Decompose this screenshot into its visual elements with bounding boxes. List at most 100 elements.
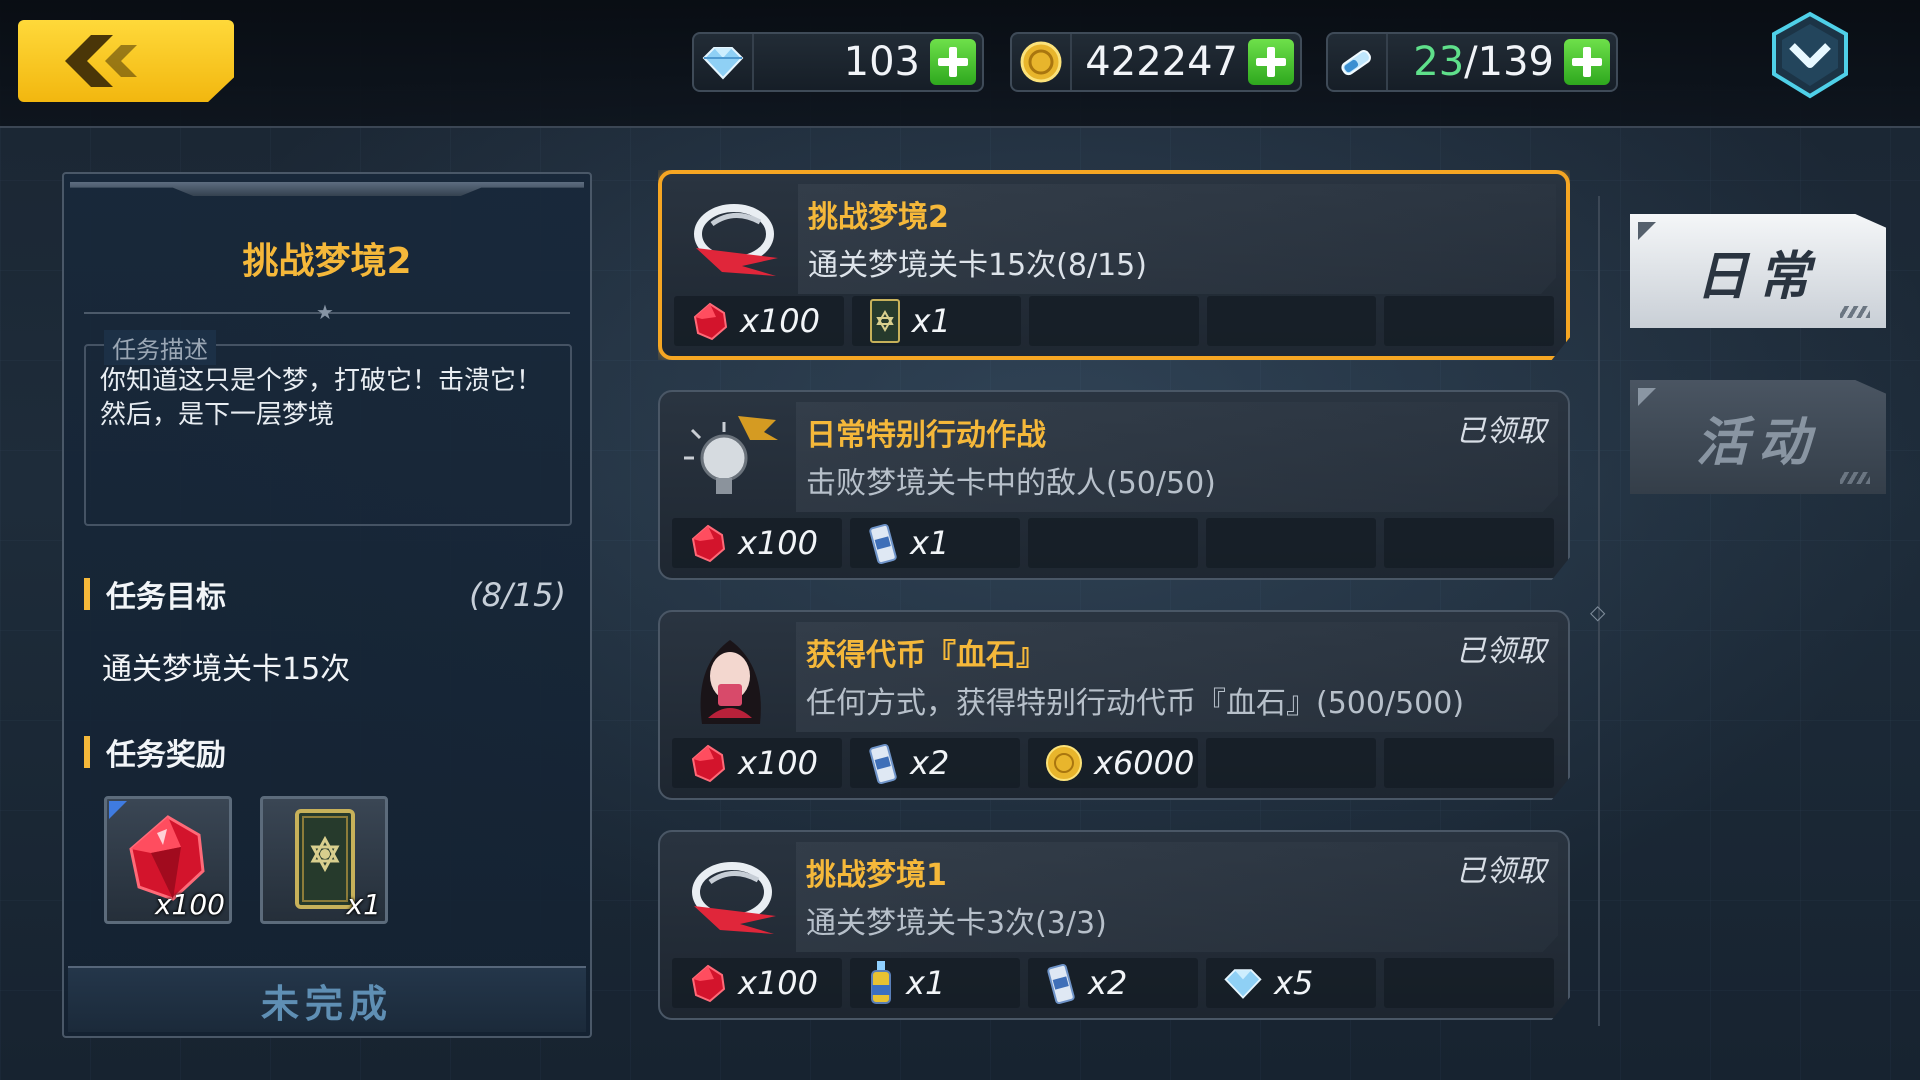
add-gold-button[interactable] — [1248, 39, 1294, 85]
goal-heading: 任务目标 — [84, 574, 226, 615]
back-arrow-icon — [65, 35, 137, 87]
reward-qty: x1 — [911, 302, 951, 340]
add-crystal-button[interactable] — [930, 39, 976, 85]
reward-item: x2 — [850, 738, 1020, 788]
reward-heading-label: 任务奖励 — [106, 738, 226, 773]
detail-title: 挑战梦境2 — [242, 241, 412, 282]
dream-challenge-icon — [692, 862, 776, 934]
back-button[interactable] — [18, 20, 234, 102]
crystal-value: 103 — [843, 39, 920, 85]
mission-card[interactable]: 挑战梦境2 通关梦境关卡15次(8/15) x100 x1 — [658, 170, 1570, 360]
goal-progress: (8/15) — [469, 576, 566, 614]
empty-reward-slot — [1206, 738, 1376, 788]
red-gem-icon — [691, 964, 726, 1003]
red-gem-icon — [691, 524, 726, 563]
reward-item: x1 — [850, 958, 1020, 1008]
scroll-handle-icon[interactable]: ◇ — [1590, 600, 1605, 624]
reward-qty: x100 — [154, 888, 225, 921]
crystal-icon — [694, 34, 754, 90]
empty-reward-slot — [1384, 518, 1554, 568]
stamina-value: 23/139 — [1388, 39, 1564, 85]
mission-rewards: x100 x1 — [672, 518, 1556, 570]
reward-item: x1 — [850, 518, 1020, 568]
empty-reward-slot — [1206, 296, 1377, 346]
ap-drink-icon — [1047, 963, 1075, 1005]
gold-value: 422247 — [1085, 39, 1238, 85]
crystal-counter: 103 — [692, 32, 984, 92]
reward-slot-card[interactable]: x1 — [260, 796, 388, 924]
panel-top-decoration — [70, 182, 584, 196]
red-gem-icon — [691, 744, 726, 783]
mission-desc: 击败梦境关卡中的敌人(50/50) — [806, 466, 1216, 501]
ap-drink-icon — [869, 743, 897, 785]
reward-item: x100 — [672, 738, 842, 788]
dream-challenge-icon — [694, 204, 778, 276]
claimed-label: 已领取 — [1456, 634, 1546, 669]
gold-coin-icon — [1046, 745, 1082, 781]
reward-item: x6000 — [1028, 738, 1198, 788]
mission-rewards: x100 x1 x2 x5 — [672, 958, 1556, 1010]
empty-reward-slot — [1206, 518, 1376, 568]
mission-desc: 通关梦境关卡15次(8/15) — [808, 248, 1147, 283]
top-bar: 103 422247 23/139 — [0, 0, 1920, 128]
empty-reward-slot — [1384, 958, 1554, 1008]
empty-reward-slot — [1029, 296, 1199, 346]
mission-detail-panel: 挑战梦境2 ★ 任务描述 你知道这只是个梦，打破它！击溃它！然后，是下一层梦境 … — [62, 172, 592, 1038]
empty-reward-slot — [1028, 518, 1198, 568]
reward-qty: x1 — [346, 888, 381, 921]
star-icon: ★ — [316, 300, 334, 324]
empty-reward-slot — [1384, 738, 1554, 788]
claimed-label: 已领取 — [1456, 854, 1546, 889]
goal-text: 通关梦境关卡15次 — [102, 652, 351, 687]
mission-title: 挑战梦境2 — [808, 200, 949, 235]
gold-coin-icon — [1012, 34, 1072, 90]
mission-rewards: x100 x2 x6000 — [672, 738, 1556, 790]
tab-daily[interactable]: 日常 — [1630, 214, 1886, 328]
reward-item: x100 — [672, 518, 842, 568]
mission-rewards: x100 x1 — [674, 296, 1554, 348]
claimed-label: 已领取 — [1456, 414, 1546, 449]
stamina-max: /139 — [1464, 39, 1554, 85]
stamina-counter: 23/139 — [1326, 32, 1618, 92]
status-label: 未完成 — [260, 981, 393, 1026]
reward-qty: x100 — [738, 964, 819, 1002]
character-avatar-icon — [700, 640, 761, 724]
description-text: 你知道这只是个梦，打破它！击溃它！然后，是下一层梦境 — [100, 366, 543, 430]
reward-qty: x5 — [1274, 964, 1314, 1002]
red-gem-icon — [693, 302, 728, 341]
mission-card[interactable]: 挑战梦境1 已领取 通关梦境关卡3次(3/3) x100 x1 x2 x5 — [658, 830, 1570, 1020]
reward-item: x1 — [851, 296, 1022, 346]
exp-bottle-icon — [871, 961, 891, 1004]
mission-desc: 任何方式，获得特别行动代币『血石』(500/500) — [806, 686, 1465, 721]
status-button[interactable]: 未完成 — [68, 966, 586, 1032]
mission-desc: 通关梦境关卡3次(3/3) — [806, 906, 1107, 941]
reward-qty: x2 — [1088, 964, 1128, 1002]
reward-slot-gem[interactable]: x100 — [104, 796, 232, 924]
reward-item: x2 — [1028, 958, 1198, 1008]
mission-title: 获得代币『血石』 — [806, 638, 1046, 673]
mission-card[interactable]: 获得代币『血石』 已领取 任何方式，获得特别行动代币『血石』(500/500) … — [658, 610, 1570, 800]
tab-daily-label: 日常 — [1695, 246, 1820, 307]
reward-qty: x6000 — [1094, 744, 1195, 782]
card-icon — [869, 299, 900, 343]
reward-qty: x1 — [910, 524, 950, 562]
mission-title: 日常特别行动作战 — [806, 418, 1046, 453]
reward-item: x100 — [672, 958, 842, 1008]
description-label: 任务描述 — [104, 330, 216, 365]
menu-button[interactable] — [1768, 10, 1852, 100]
ap-drink-icon — [869, 523, 897, 565]
reward-qty: x100 — [740, 302, 821, 340]
mission-title: 挑战梦境1 — [806, 858, 947, 893]
gold-counter: 422247 — [1010, 32, 1302, 92]
reward-heading: 任务奖励 — [84, 732, 226, 773]
tab-event[interactable]: 活动 — [1630, 380, 1886, 494]
reward-qty: x1 — [906, 964, 946, 1002]
crystal-icon — [1224, 969, 1262, 999]
tab-event-label: 活动 — [1695, 412, 1820, 473]
stamina-tube-icon — [1328, 34, 1388, 90]
reward-qty: x100 — [738, 744, 819, 782]
reward-item: x5 — [1206, 958, 1376, 1008]
goal-heading-label: 任务目标 — [106, 580, 226, 615]
mission-card[interactable]: 日常特别行动作战 已领取 击败梦境关卡中的敌人(50/50) x100 x1 — [658, 390, 1570, 580]
add-stamina-button[interactable] — [1564, 39, 1610, 85]
